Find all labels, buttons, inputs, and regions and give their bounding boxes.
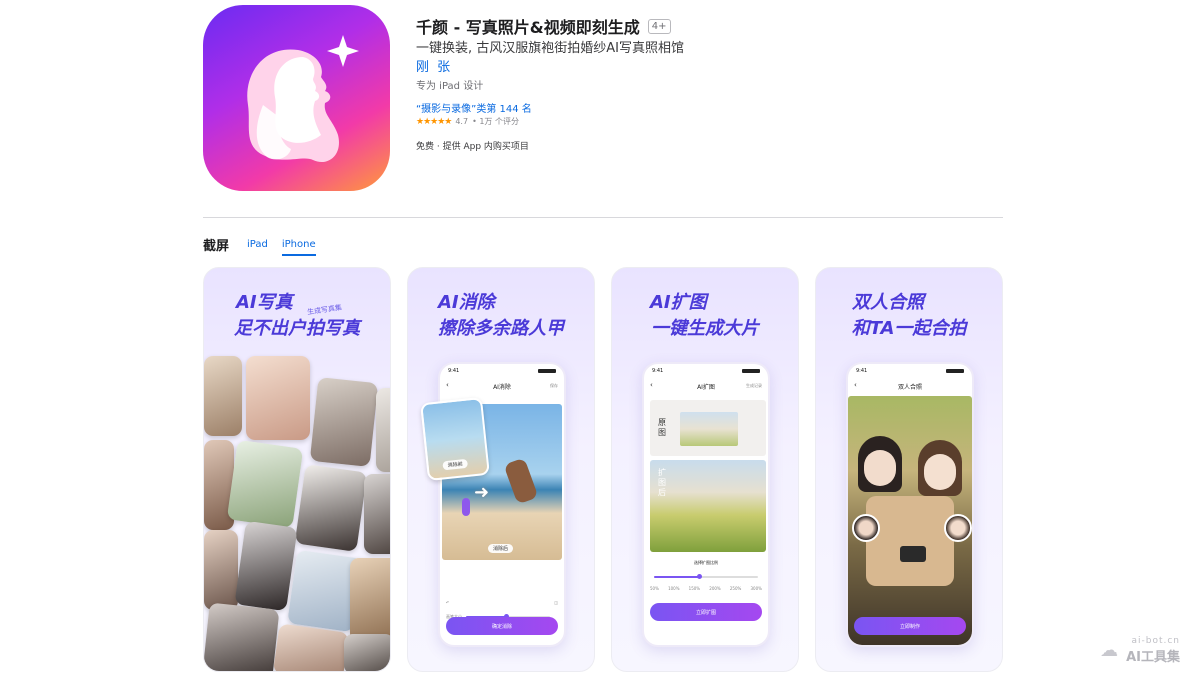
status-icons — [742, 369, 760, 373]
tab-ipad[interactable]: iPad — [247, 239, 268, 256]
ratio-options: 50% 100% 150% 200% 250% 300% — [650, 586, 762, 591]
arrow-icon: ➜ — [474, 482, 490, 503]
card-headline: AI写真 足不出户拍写真 — [204, 290, 390, 342]
status-time: 9:41 — [856, 368, 868, 374]
app-subtitle: 一键换装, 古风汉服旗袍街拍婚纱AI写真照相馆 — [416, 41, 684, 56]
face-swap-left-avatar[interactable] — [852, 514, 880, 542]
section-divider — [203, 217, 1003, 218]
screenshot-card-4[interactable]: 双人合照 和TA一起合拍 9:41 ‹ 双人合照 立即制作 — [815, 267, 1003, 672]
nav-title: 双人合照 — [897, 384, 922, 391]
ratio-option[interactable]: 150% — [689, 586, 700, 591]
screenshot-card-3[interactable]: AI扩图 一键生成大片 9:41 ‹ AI扩图 生成记录 原图 扩图后 选择扩图… — [611, 267, 799, 672]
watermark-name: AI工具集 — [1126, 650, 1180, 665]
expand-now-button[interactable]: 立即扩图 — [650, 603, 762, 621]
face-left — [864, 450, 896, 486]
portrait-photo — [234, 520, 298, 612]
face-swap-right-avatar[interactable] — [944, 514, 972, 542]
before-photo: 消除前 — [420, 396, 490, 482]
portrait-photo — [226, 439, 304, 529]
rating-count: • 1万 个评分 — [472, 117, 519, 126]
status-icons — [946, 369, 964, 373]
portrait-photo — [246, 356, 310, 440]
designed-for-label: 专为 iPad 设计 — [416, 81, 484, 92]
ratio-option[interactable]: 250% — [730, 586, 741, 591]
status-time: 9:41 — [448, 368, 460, 374]
headline-line-1: 双人合照 — [852, 292, 924, 313]
rating-value: 4.7 — [455, 117, 469, 126]
portrait-photo — [204, 356, 242, 436]
star-rating-icon: ★★★★★ — [416, 116, 452, 127]
status-time: 9:41 — [652, 368, 664, 374]
headline-line-2: 足不出户拍写真 — [234, 318, 360, 339]
headline-line-1: AI写真 — [236, 292, 293, 313]
portrait-photo — [294, 464, 368, 552]
watermark-logo-icon: ☁ — [1100, 640, 1119, 661]
portrait-photo — [309, 377, 379, 467]
rating-row: ★★★★★ 4.7 • 1万 个评分 — [416, 116, 519, 127]
ratio-prompt: 选择扩图比例 — [694, 560, 718, 565]
screenshot-card-1[interactable]: AI写真 足不出户拍写真 生成写真集 — [203, 267, 391, 672]
card-headline: AI消除 擦除多余路人甲 — [408, 290, 594, 342]
portrait-photo — [204, 530, 238, 610]
device-tabs: iPad iPhone — [247, 239, 316, 256]
portrait-photo — [364, 474, 390, 554]
history-link[interactable]: 生成记录 — [746, 383, 762, 389]
portrait-photo — [344, 634, 390, 671]
app-icon — [203, 5, 390, 191]
status-icons — [538, 369, 556, 373]
screenshots-title: 截屏 — [203, 239, 230, 254]
app-title: 千颜 - 写真照片&视频即刻生成 — [416, 18, 640, 37]
card-headline: AI扩图 一键生成大片 — [612, 290, 798, 342]
face-right — [924, 454, 956, 490]
save-link[interactable]: 保存 — [550, 383, 558, 389]
after-chip: 消除后 — [488, 544, 514, 553]
undo-icon[interactable]: ↶ — [446, 600, 449, 605]
before-chip: 消除前 — [442, 458, 469, 471]
expanded-label: 扩图后 — [658, 468, 666, 497]
watermark: ☁ ai-bot.cn AI工具集 — [1100, 636, 1180, 665]
camera-icon — [900, 546, 926, 562]
confirm-erase-button[interactable]: 确定消除 — [446, 617, 558, 635]
original-photo — [680, 412, 738, 446]
create-now-button[interactable]: 立即制作 — [854, 617, 966, 635]
ratio-option[interactable]: 300% — [751, 586, 762, 591]
title-row: 千颜 - 写真照片&视频即刻生成 4+ — [416, 14, 671, 38]
slider-knob[interactable] — [697, 574, 702, 579]
ratio-option[interactable]: 200% — [709, 586, 720, 591]
watermark-url: ai-bot.cn — [1131, 636, 1180, 646]
nav-title: AI消除 — [493, 384, 511, 391]
headline-line-2: 擦除多余路人甲 — [438, 318, 564, 339]
original-label: 原图 — [658, 418, 666, 437]
headline-line-2: 和TA一起合拍 — [851, 318, 967, 339]
phone-mockup: 9:41 ‹ 双人合照 立即制作 — [846, 362, 974, 647]
price-info: 免费 · 提供 App 内购买项目 — [416, 142, 529, 152]
phone-mockup: 9:41 ‹ AI扩图 生成记录 原图 扩图后 选择扩图比例 50% 100% … — [642, 362, 770, 647]
tab-iphone[interactable]: iPhone — [281, 239, 316, 256]
portrait-photo — [350, 558, 390, 642]
compare-icon[interactable]: ◫ — [554, 600, 558, 605]
category-ranking-link[interactable]: “摄影与录像”类第 144 名 — [416, 100, 532, 115]
developer-link[interactable]: 刚 张 — [416, 56, 452, 75]
headline-line-1: AI消除 — [438, 292, 495, 313]
ratio-option[interactable]: 50% — [650, 586, 659, 591]
age-rating-badge: 4+ — [647, 18, 671, 34]
outfits — [866, 496, 954, 586]
headline-line-2: 一键生成大片 — [651, 318, 759, 339]
portrait-photo — [376, 388, 390, 472]
slider-fill — [654, 576, 700, 578]
headline-line-1: AI扩图 — [650, 292, 707, 313]
card-headline: 双人合照 和TA一起合拍 — [816, 290, 1002, 342]
portrait-photo — [272, 623, 350, 671]
screenshot-card-2[interactable]: AI消除 擦除多余路人甲 9:41 ‹ AI消除 保存 消除后 ↶ ◫ 画笔大小… — [407, 267, 595, 672]
portrait-photo — [204, 602, 280, 671]
ratio-option[interactable]: 100% — [668, 586, 679, 591]
